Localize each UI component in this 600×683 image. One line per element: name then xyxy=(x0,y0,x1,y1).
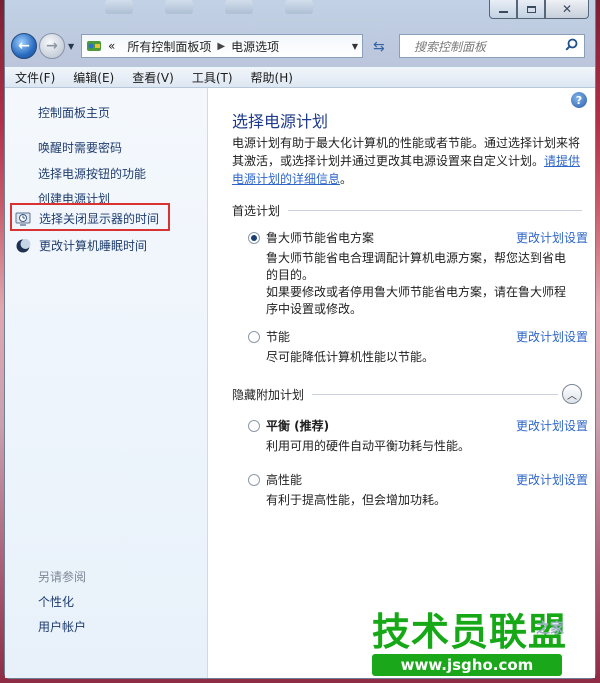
main-content: ? 选择电源计划 电源计划有助于最大化计算机的性能或者节能。通过选择计划来将其激… xyxy=(208,88,595,678)
background-taskbar-icons xyxy=(105,0,313,14)
minimize-icon xyxy=(498,11,508,13)
minimize-button[interactable] xyxy=(489,0,517,19)
sidebar-item-user-accounts[interactable]: 用户帐户 xyxy=(38,618,86,635)
menu-tools[interactable]: 工具(T) xyxy=(182,69,241,86)
breadcrumb-item-power-options[interactable]: 电源选项 xyxy=(231,38,279,55)
arrow-left-icon: ← xyxy=(18,38,30,54)
close-icon: ✕ xyxy=(561,2,573,16)
breadcrumb-separator[interactable]: ▶ xyxy=(217,41,225,52)
page-title: 选择电源计划 xyxy=(232,112,329,131)
control-panel-icon xyxy=(86,39,102,53)
divider xyxy=(288,210,582,211)
plan-name[interactable]: 节能 xyxy=(266,328,290,345)
plan-radio[interactable] xyxy=(248,419,260,432)
sidebar-item-sleep-time[interactable]: 更改计算机睡眠时间 xyxy=(15,237,147,254)
divider xyxy=(312,393,558,395)
help-icon[interactable]: ? xyxy=(571,92,587,108)
moon-icon xyxy=(15,238,31,254)
description-text: 电源计划有助于最大化计算机的性能或者节能。通过选择计划来将其激活，或选择计划并通… xyxy=(232,136,581,168)
plan-name[interactable]: 平衡 (推荐) xyxy=(266,417,329,434)
plan-ludashi: 鲁大师节能省电方案 更改计划设置 鲁大师节能省电合理调配计算机电源方案，帮您达到… xyxy=(248,229,588,318)
collapse-icon[interactable]: ︿ xyxy=(562,384,582,404)
plan-description: 有利于提高性能，但会增加功耗。 xyxy=(266,493,447,507)
refresh-icon[interactable]: ⇆ xyxy=(373,39,385,55)
plan-radio[interactable] xyxy=(248,231,260,244)
search-box[interactable]: 搜索控制面板 xyxy=(399,34,585,58)
maximize-button[interactable] xyxy=(517,0,545,19)
breadcrumb-overflow[interactable]: « xyxy=(108,39,115,53)
plan-description-line: 鲁大师节能省电合理调配计算机电源方案，帮您达到省电的目的。 xyxy=(266,251,567,282)
maximize-icon xyxy=(526,5,536,13)
arrow-right-icon: → xyxy=(46,38,58,54)
title-bar: ✕ xyxy=(5,0,595,30)
breadcrumb: « 所有控制面板项 ▶ 电源选项 xyxy=(108,38,279,55)
plan-description: 尽可能降低计算机性能以节能。 xyxy=(266,350,435,364)
description-end: 。 xyxy=(340,172,353,186)
menu-view[interactable]: 查看(V) xyxy=(122,69,182,86)
watermark-url: www.jsgho.com xyxy=(372,654,562,676)
menu-help[interactable]: 帮助(H) xyxy=(241,69,301,86)
menu-file[interactable]: 文件(F) xyxy=(5,69,63,86)
close-button[interactable]: ✕ xyxy=(545,0,589,19)
plan-name[interactable]: 高性能 xyxy=(266,471,302,488)
menu-bar: 文件(F) 编辑(E) 查看(V) 工具(T) 帮助(H) xyxy=(5,66,595,88)
menu-edit[interactable]: 编辑(E) xyxy=(63,69,122,86)
address-bar[interactable]: « 所有控制面板项 ▶ 电源选项 ▼ xyxy=(81,34,363,58)
plan-description: 利用可用的硬件自动平衡功耗与性能。 xyxy=(266,439,471,453)
address-dropdown-icon[interactable]: ▼ xyxy=(352,42,358,51)
breadcrumb-item-all-control-panel-items[interactable]: 所有控制面板项 xyxy=(127,38,211,55)
sidebar-control-panel-home[interactable]: 控制面板主页 xyxy=(38,104,110,121)
watermark: 技术员联盟 www.jsgho.com 之家 xyxy=(372,612,567,676)
radio-selected-dot xyxy=(251,234,257,241)
change-plan-settings-link[interactable]: 更改计划设置 xyxy=(516,417,588,434)
ghost-icon xyxy=(225,0,253,14)
page-description: 电源计划有助于最大化计算机的性能或者节能。通过选择计划来将其激活，或选择计划并通… xyxy=(232,134,584,188)
recent-pages-dropdown[interactable]: ▼ xyxy=(68,42,74,51)
plan-description-line: 如果要修改或者停用鲁大师节能省电方案，请在鲁大师程序中设置或修改。 xyxy=(266,285,567,316)
ghost-icon xyxy=(285,0,313,14)
highlight-box xyxy=(10,203,170,231)
watermark-side: 之家 xyxy=(536,621,564,637)
sidebar-item-power-button[interactable]: 选择电源按钮的功能 xyxy=(38,165,146,182)
plan-high-performance: 高性能 更改计划设置 有利于提高性能，但会增加功耗。 xyxy=(248,471,588,509)
plan-power-saver: 节能 更改计划设置 尽可能降低计算机性能以节能。 xyxy=(248,328,588,366)
forward-button[interactable]: → xyxy=(39,33,65,59)
sidebar-item-label: 更改计算机睡眠时间 xyxy=(39,239,148,253)
hidden-plans-section: 隐藏附加计划 ︿ xyxy=(232,384,582,404)
section-heading: 首选计划 xyxy=(232,204,281,218)
back-button[interactable]: ← xyxy=(11,33,37,59)
plan-balanced: 平衡 (推荐) 更改计划设置 利用可用的硬件自动平衡功耗与性能。 xyxy=(248,417,588,455)
plan-name[interactable]: 鲁大师节能省电方案 xyxy=(266,229,374,246)
ghost-icon xyxy=(105,0,133,14)
ghost-icon xyxy=(165,0,193,14)
navigation-bar: ← → ▼ « 所有控制面板项 ▶ 电源选项 ▼ ⇆ 搜索控制面板 xyxy=(5,30,595,64)
see-also-heading: 另请参阅 xyxy=(38,570,87,584)
search-input[interactable]: 搜索控制面板 xyxy=(414,38,486,55)
preferred-plans-section: 首选计划 xyxy=(232,202,582,219)
search-icon[interactable] xyxy=(565,38,578,54)
plan-radio[interactable] xyxy=(248,330,260,343)
plan-radio[interactable] xyxy=(248,473,260,486)
plan-description: 鲁大师节能省电合理调配计算机电源方案，帮您达到省电的目的。 如果要修改或者停用鲁… xyxy=(266,250,571,318)
sidebar: 控制面板主页 唤醒时需要密码 选择电源按钮的功能 创建电源计划 选择关闭显示器的… xyxy=(5,88,208,678)
change-plan-settings-link[interactable]: 更改计划设置 xyxy=(516,471,588,488)
sidebar-item-wake-password[interactable]: 唤醒时需要密码 xyxy=(38,139,122,156)
change-plan-settings-link[interactable]: 更改计划设置 xyxy=(516,229,588,246)
section-heading: 隐藏附加计划 xyxy=(232,387,305,402)
change-plan-settings-link[interactable]: 更改计划设置 xyxy=(516,328,588,345)
sidebar-item-personalization[interactable]: 个性化 xyxy=(38,593,74,610)
control-panel-window: ✕ ← → ▼ « 所有控制面板项 ▶ 电源选项 ▼ ⇆ 搜索控制面板 文件(F… xyxy=(4,0,596,679)
